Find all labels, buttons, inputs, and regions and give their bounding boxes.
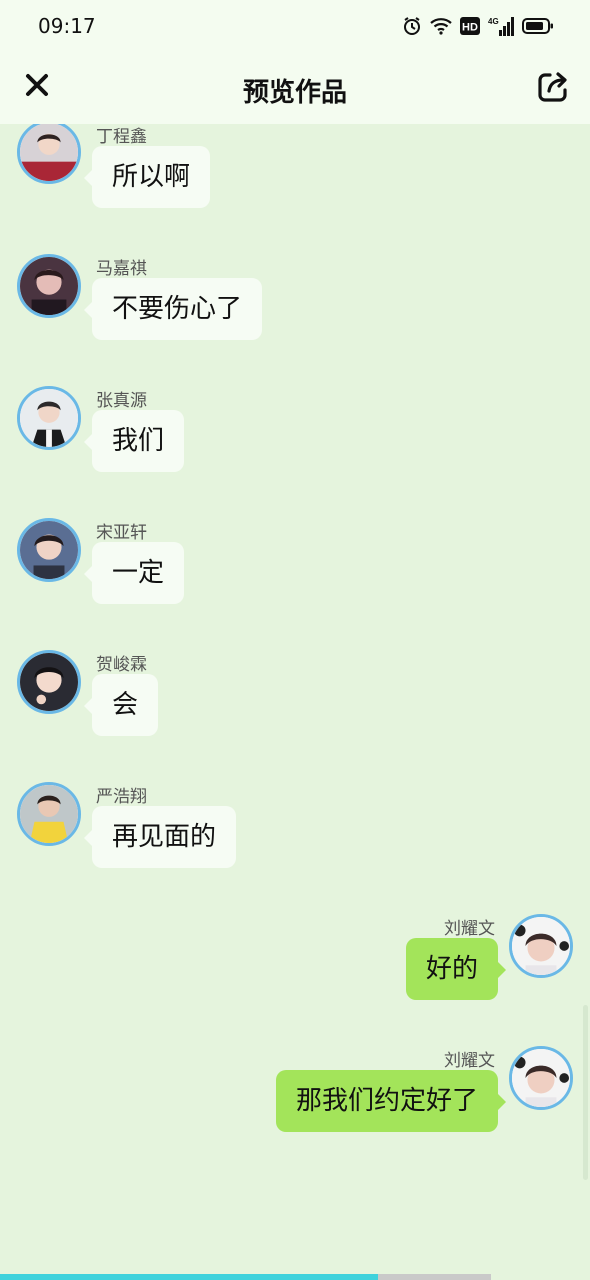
status-icons: HD 4G (402, 14, 554, 38)
sender-name: 马嘉祺 (96, 259, 147, 279)
playback-progress[interactable] (0, 1274, 590, 1280)
avatar[interactable] (17, 124, 81, 184)
share-icon (536, 70, 570, 108)
sender-name: 刘耀文 (444, 1051, 495, 1071)
share-button[interactable] (534, 70, 572, 108)
sender-name: 严浩翔 (96, 787, 147, 807)
avatar[interactable] (17, 254, 81, 318)
avatar[interactable] (17, 386, 81, 450)
message-bubble[interactable]: 我们 (83, 410, 185, 472)
scroll-indicator[interactable] (583, 1005, 588, 1180)
header: 预览作品 (0, 52, 590, 124)
message-bubble[interactable]: 好的 (405, 938, 507, 1000)
sender-name: 宋亚轩 (96, 523, 147, 543)
svg-text:HD: HD (462, 22, 478, 34)
chat-area[interactable]: 丁程鑫 所以啊 马嘉祺 不要伤心了 张真源 我们 宋亚轩 一定 贺峻霖 会 严浩 (0, 124, 590, 1274)
avatar[interactable] (17, 518, 81, 582)
signal-4g-icon: 4G (488, 16, 514, 36)
message-bubble[interactable]: 会 (83, 674, 159, 736)
avatar[interactable] (17, 782, 81, 846)
status-bar: 09:17 HD 4G (0, 0, 590, 52)
sender-name: 张真源 (96, 391, 147, 411)
message-bubble[interactable]: 不要伤心了 (83, 278, 263, 340)
alarm-icon (402, 16, 422, 36)
battery-icon (522, 17, 554, 35)
avatar[interactable] (509, 914, 573, 978)
wifi-icon (430, 17, 452, 35)
message-bubble[interactable]: 再见面的 (83, 806, 237, 868)
progress-fill (0, 1274, 378, 1280)
sender-name: 丁程鑫 (96, 127, 147, 147)
page-title: 预览作品 (242, 78, 347, 108)
message-bubble[interactable]: 所以啊 (83, 146, 211, 208)
hd-icon: HD (460, 17, 480, 35)
message-bubble[interactable]: 一定 (83, 542, 185, 604)
status-time: 09:17 (38, 14, 96, 38)
sender-name: 刘耀文 (444, 919, 495, 939)
message-bubble[interactable]: 那我们约定好了 (275, 1070, 507, 1132)
svg-text:4G: 4G (488, 17, 499, 26)
sender-name: 贺峻霖 (96, 655, 147, 675)
avatar[interactable] (509, 1046, 573, 1110)
avatar[interactable] (17, 650, 81, 714)
